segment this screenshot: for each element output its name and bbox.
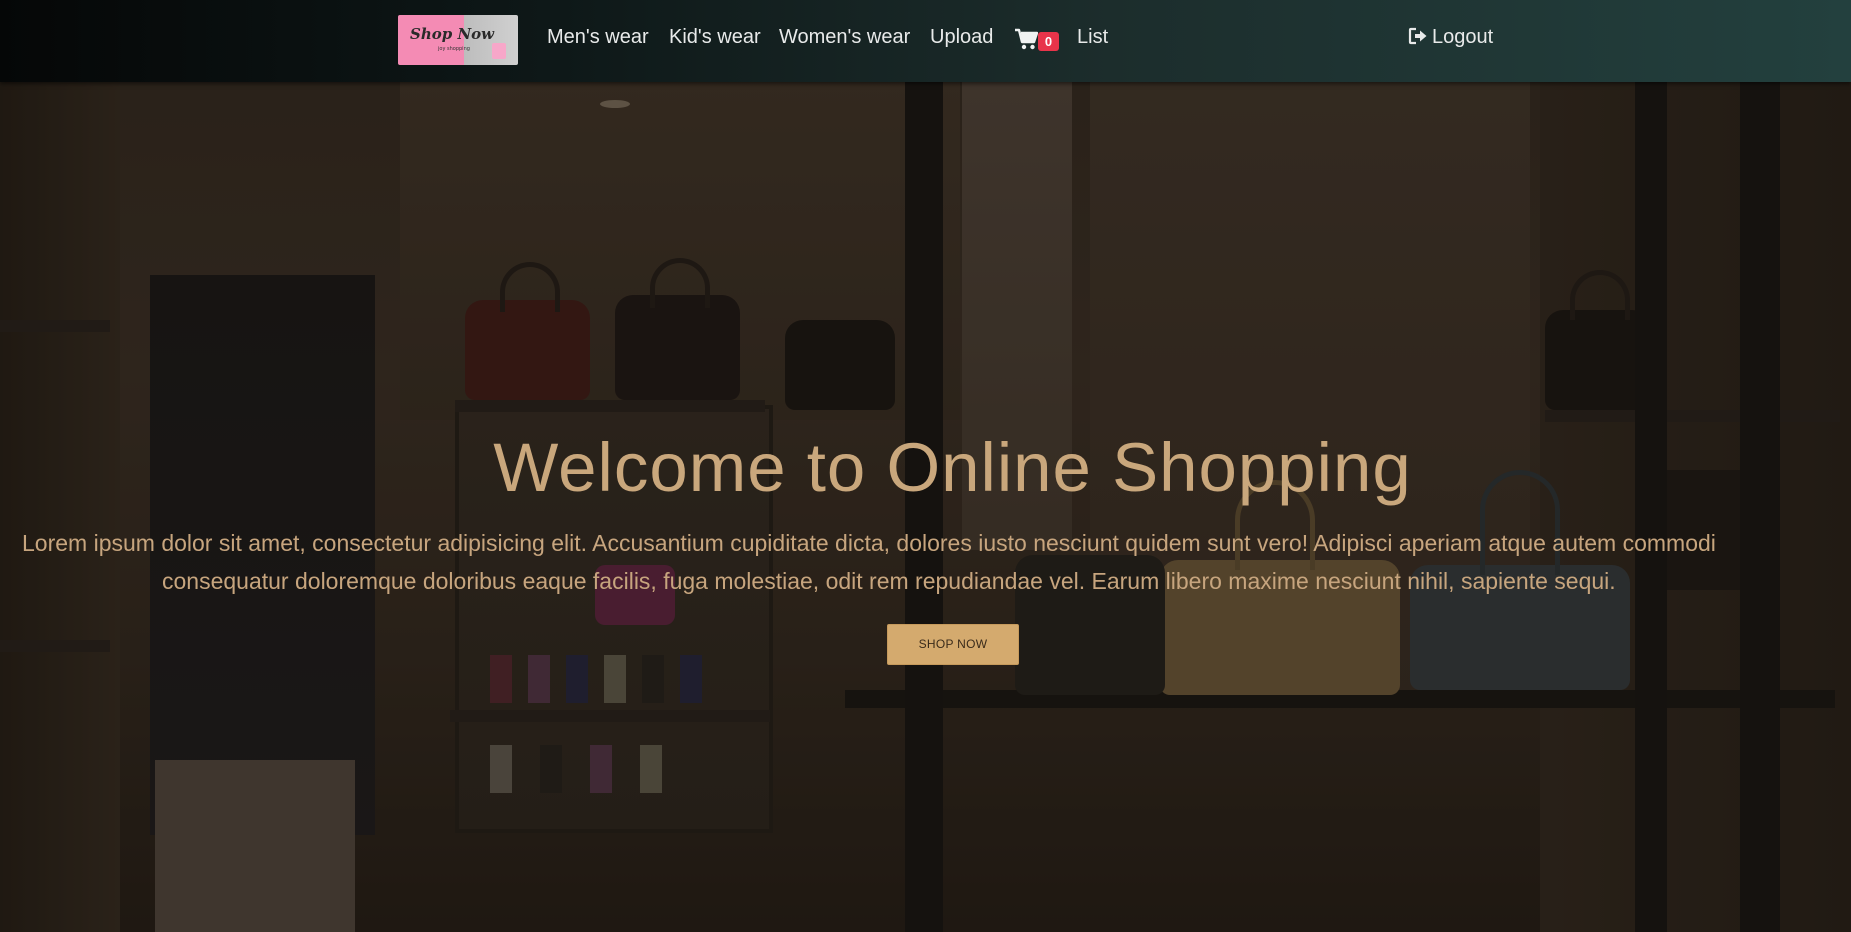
hero-description-line-2: consequatur doloremque doloribus eaque f… <box>162 568 1616 594</box>
hero-description: Lorem ipsum dolor sit amet, consectetur … <box>22 524 1851 600</box>
nav-link-list[interactable]: List <box>1077 26 1108 49</box>
sign-out-icon <box>1408 27 1427 45</box>
hero-title: Welcome to Online Shopping <box>493 429 1412 506</box>
top-navbar: Shop Now joy shopping Men's wear Kid's w… <box>0 0 1851 82</box>
brand-logo[interactable]: Shop Now joy shopping <box>398 15 518 65</box>
shopping-cart-icon <box>1015 28 1038 50</box>
hero-description-line-1: Lorem ipsum dolor sit amet, consectetur … <box>22 530 1716 556</box>
logout-link[interactable]: Logout <box>1408 26 1493 49</box>
logo-text: Shop Now <box>410 25 495 43</box>
shop-now-button[interactable]: SHOP NOW <box>887 624 1019 665</box>
logout-label: Logout <box>1432 26 1494 48</box>
cart-count-badge: 0 <box>1038 32 1059 51</box>
nav-link-womens-wear[interactable]: Women's wear <box>779 26 910 49</box>
nav-link-upload[interactable]: Upload <box>930 26 993 49</box>
nav-link-kids-wear[interactable]: Kid's wear <box>669 26 761 49</box>
logo-tagline: joy shopping <box>438 46 470 52</box>
nav-link-mens-wear[interactable]: Men's wear <box>547 26 649 49</box>
shopping-bag-icon <box>492 43 506 59</box>
